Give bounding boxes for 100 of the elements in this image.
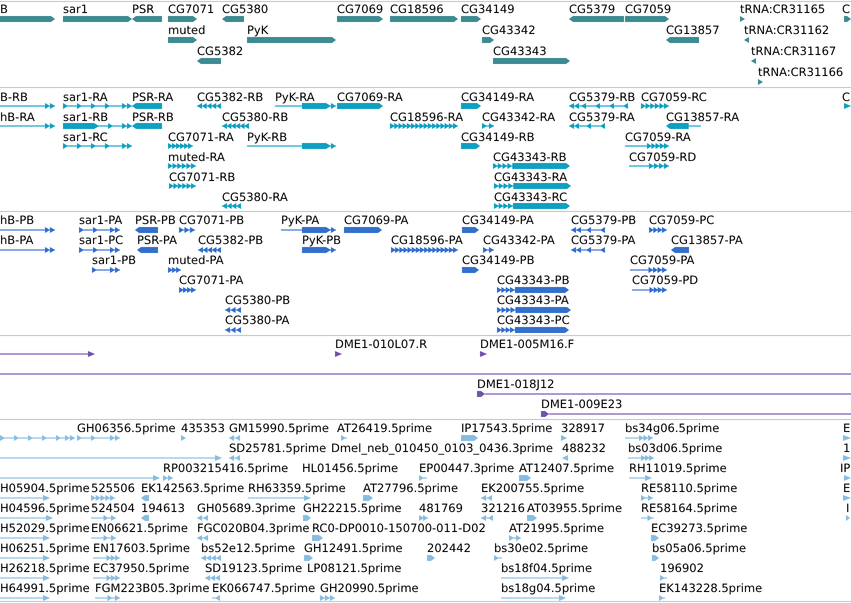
feature-label: CG5382-RB [197,91,264,103]
feature-label: CG7071-RA [168,131,234,143]
feature-label: CG7059-RC [641,91,707,103]
feature-label: CG43343 [493,45,547,57]
feature-label: RC0-DP0010-150700-011-D02 [312,522,486,534]
feature-label: CG7071 [168,3,214,15]
feature-label: CG5379-RB [569,91,636,103]
feature-label: CG13857-PA [671,234,743,246]
feature-label: B [0,3,8,15]
feature-label: FGM223B05.3prime [95,582,210,594]
feature-label: E [843,482,850,494]
feature-label: CG5380-RB [222,111,288,123]
feature-label: Dmel_neb_010450_0103_0436.3prime [331,442,553,454]
feature-label: HL01456.5prime [302,462,398,474]
feature-label: DME1-018J12 [477,378,554,390]
feature-label: 435353 [181,422,225,434]
feature-label: CG7071-PB [179,214,244,226]
feature-label: AT03955.5prime [527,502,622,514]
feature-label: 525506 [91,482,135,494]
feature-label: CG5379 [569,3,616,15]
feature-label: tRNA:CR31167 [751,45,836,57]
feature-label: CG43343-PC [497,314,570,326]
feature-label: 202442 [427,542,471,554]
feature-label: sar1-RC [63,131,108,143]
feature-label: CG18596-RA [390,111,464,123]
feature-label: CG7059 [625,3,672,15]
feature-label: tRNA:CR31166 [758,66,844,78]
feature-label: GM15990.5prime [229,422,329,434]
feature-label: CG43342-PA [483,234,555,246]
feature-label: tRNA:CR31165 [740,3,826,15]
feature-label: bs52e12.5prime [201,542,296,554]
feature-label: EK143228.5prime [659,582,762,594]
feature-label: E [843,422,850,434]
feature-label: EC37950.5prime [93,562,190,574]
feature-label: bs18g04.5prime [501,582,596,594]
feature-label: EN17603.5prime [93,542,190,554]
feature-label: DME1-010L07.R [335,338,428,350]
feature-label: RH63359.5prime [248,482,346,494]
feature-label: CG7059-RD [629,151,696,163]
feature-label: hB-PA [0,234,34,246]
feature-label: 194613 [141,502,185,514]
feature-label: PyK [247,24,268,36]
feature-label: RE58164.5prime [641,502,738,514]
feature-label: 321216 [481,502,525,514]
feature-label: muted-PA [168,254,224,266]
feature-label: sar1-RB [63,111,108,123]
feature-label: CG34149-PA [462,214,534,226]
feature-label: bs30e02.5prime [494,542,588,554]
feature-label: GH05689.3prime [197,502,296,514]
feature-label: FGC020B04.3prime [197,522,310,534]
feature-label: CG43343-RA [494,171,568,183]
feature-label: DME1-005M16.F [480,338,574,350]
feature-label: PSR-PA [137,234,177,246]
feature-label: H04596.5prime [0,502,90,514]
feature-label: AT26419.5prime [337,422,432,434]
feature-label: H64991.5prime [0,582,90,594]
feature-label: CG5379-PA [571,234,636,246]
feature-label: CG5379-RA [569,111,635,123]
feature-label: C [842,3,850,15]
feature-label: 328917 [561,422,605,434]
feature-label: CG7059-PC [649,214,714,226]
feature-label: CG5380-RA [222,191,288,203]
feature-label: EK200755.5prime [481,482,584,494]
feature-label: AT12407.5prime [519,462,614,474]
feature-label: CG7059-PA [630,254,694,266]
feature-label: H52029.5prime [0,522,90,534]
feature-label: AT27796.5prime [363,482,458,494]
feature-label: CG7059-PD [632,274,698,286]
feature-label: PyK-RB [247,131,288,143]
feature-label: PSR [132,3,154,15]
feature-label: CG7069 [337,3,384,15]
feature-label: CG7069-PA [344,214,408,226]
feature-label: B-RB [0,91,28,103]
feature-label: CG7069-RA [337,91,403,103]
feature-label: GH22215.5prime [303,502,402,514]
feature-label: CG5382-PB [198,234,264,246]
feature-label: 524504 [91,502,135,514]
feature-label: CG34149-RA [461,91,534,103]
feature-label: H05904.5prime [0,482,90,494]
feature-label: SD19123.5prime [205,562,302,574]
feature-label: CG5380-PA [225,314,290,326]
feature-label: sar1 [63,3,88,15]
feature-label: PSR-RA [132,91,174,103]
feature-label: CG43343-RC [494,191,568,203]
feature-label: sar1-PB [92,254,136,266]
feature-label: CG13857 [666,24,720,36]
feature-label: CG5380 [222,3,268,15]
feature-label: CG34149-RB [461,131,535,143]
feature-label: CG43342-RA [482,111,556,123]
feature-label: CG18596 [390,3,444,15]
feature-label: CG5379-PB [571,214,636,226]
feature-label: PyK-PB [302,234,342,246]
feature-label: EN06621.5prime [91,522,188,534]
feature-label: bs05a06.5prime [652,542,746,554]
feature-label: PSR-PB [135,214,176,226]
feature-label: CG43343-RB [493,151,567,163]
feature-label: muted-RA [168,151,225,163]
feature-label: CG43342 [482,24,536,36]
feature-label: PyK-PA [281,214,320,226]
feature-label: tRNA:CR31162 [744,24,830,36]
